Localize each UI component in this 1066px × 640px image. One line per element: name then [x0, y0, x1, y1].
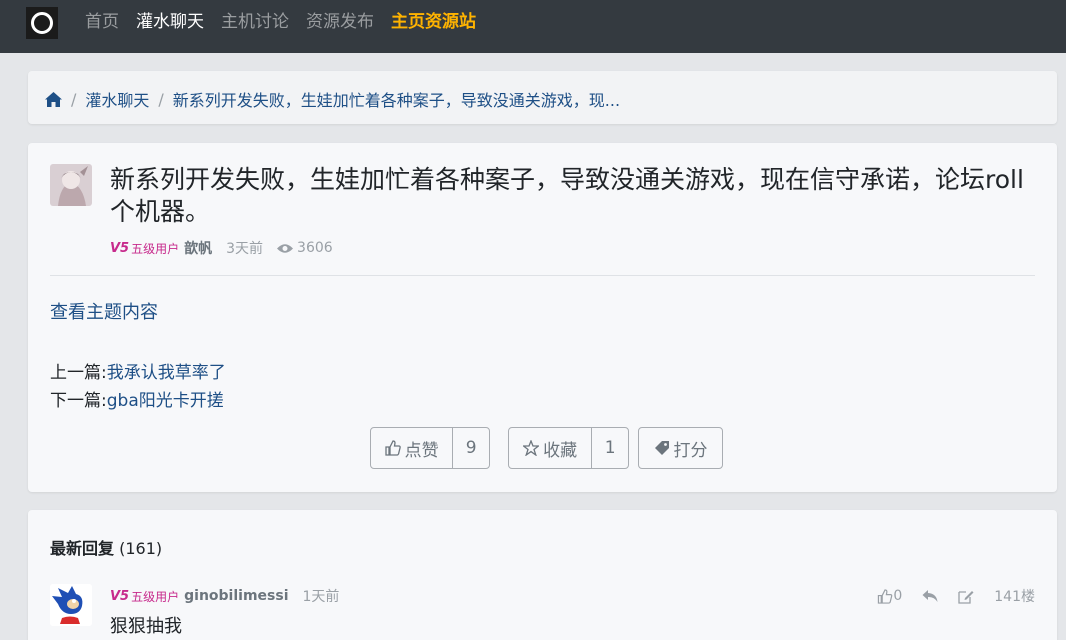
author-name[interactable]: 歆帆 — [184, 238, 212, 258]
user-level: 五级用户 — [131, 241, 180, 256]
tag-icon — [654, 441, 669, 455]
nav-item-chat[interactable]: 灌水聊天 — [136, 10, 204, 34]
thread-meta: V5 五级用户 歆帆 3天前 3606 — [110, 238, 333, 258]
view-count: 3606 — [277, 240, 333, 256]
breadcrumb-category[interactable]: 灌水聊天 — [85, 87, 149, 111]
reply-time: 1天前 — [302, 589, 340, 605]
view-content-link[interactable]: 查看主题内容 — [50, 298, 158, 324]
thread-title: 新系列开发失败，生娃加忙着各种案子，导致没通关游戏，现在信守承诺，论坛roll个… — [110, 165, 1024, 226]
next-label: 下一篇: — [50, 391, 107, 411]
nav-item-home[interactable]: 首页 — [85, 10, 119, 34]
reply-edit-button[interactable] — [958, 589, 974, 604]
author-avatar[interactable] — [50, 164, 92, 206]
prev-thread-link[interactable]: 我承认我草率了 — [107, 363, 226, 383]
nav-item-resource-site[interactable]: 主页资源站 — [391, 10, 476, 34]
next-thread-link[interactable]: gba阳光卡开搓 — [107, 391, 224, 411]
user-level: 五级用户 — [131, 589, 180, 604]
nav-item-resources[interactable]: 资源发布 — [306, 10, 374, 34]
reply-icon — [922, 589, 938, 602]
level-badge: V5 — [110, 588, 130, 604]
thumbs-up-icon — [878, 588, 893, 604]
post-time: 3天前 — [226, 241, 264, 257]
favorite-button[interactable]: 收藏 1 — [508, 427, 629, 469]
replies-count: (161) — [119, 539, 163, 558]
breadcrumb-current[interactable]: 新系列开发失败，生娃加忙着各种案子，导致没通关游戏，现... — [173, 87, 620, 111]
reply-avatar[interactable] — [50, 584, 92, 626]
like-count: 9 — [452, 428, 489, 468]
thread-card: 新系列开发失败，生娃加忙着各种案子，导致没通关游戏，现在信守承诺，论坛roll个… — [28, 143, 1057, 492]
favorite-count: 1 — [591, 428, 628, 468]
like-button-main[interactable]: 点赞 — [371, 428, 452, 468]
reply-content: 狠狠抽我 — [110, 616, 182, 637]
prev-label: 上一篇: — [50, 363, 107, 383]
nav-item-console[interactable]: 主机讨论 — [221, 10, 289, 34]
home-icon[interactable] — [45, 91, 62, 107]
reply-like-count: 0 — [893, 588, 903, 604]
top-navbar: 首页 灌水聊天 主机讨论 资源发布 主页资源站 — [0, 0, 1066, 53]
like-label: 点赞 — [404, 440, 439, 461]
favorite-button-main[interactable]: 收藏 — [509, 428, 591, 468]
reply-author[interactable]: ginobilimessi — [184, 588, 288, 604]
reply-floor: 141楼 — [994, 589, 1035, 605]
divider — [50, 275, 1035, 276]
breadcrumb: / 灌水聊天 / 新系列开发失败，生娃加忙着各种案子，导致没通关游戏，现... — [28, 71, 1057, 124]
rate-button-main[interactable]: 打分 — [639, 428, 722, 468]
replies-header: 最新回复 (161) — [50, 535, 162, 559]
site-logo[interactable] — [26, 7, 58, 39]
reply-actions: 0 141楼 — [857, 586, 1035, 606]
level-badge: V5 — [110, 240, 130, 256]
reply-like-button[interactable]: 0 — [877, 588, 902, 604]
view-count-value: 3606 — [297, 240, 333, 256]
thumbs-up-icon — [385, 440, 401, 456]
prev-thread: 上一篇:我承认我草率了 — [50, 358, 226, 383]
replies-card: 最新回复 (161) V5 五级用户 ginobilimessi 1天前 狠狠抽… — [28, 510, 1057, 640]
replies-title: 最新回复 — [50, 539, 115, 558]
reply-meta: V5 五级用户 ginobilimessi 1天前 — [110, 586, 353, 606]
next-thread: 下一篇:gba阳光卡开搓 — [50, 386, 224, 411]
eye-icon — [277, 243, 294, 253]
nav-links: 首页 灌水聊天 主机讨论 资源发布 主页资源站 — [85, 10, 493, 34]
favorite-label: 收藏 — [543, 440, 578, 461]
breadcrumb-separator: / — [71, 89, 77, 109]
breadcrumb-separator: / — [158, 89, 164, 109]
reply-quote-button[interactable] — [922, 589, 938, 604]
rate-label: 打分 — [673, 440, 708, 461]
rate-button[interactable]: 打分 — [638, 427, 723, 469]
edit-icon — [958, 590, 974, 604]
star-icon — [523, 440, 540, 456]
like-button[interactable]: 点赞 9 — [370, 427, 490, 469]
